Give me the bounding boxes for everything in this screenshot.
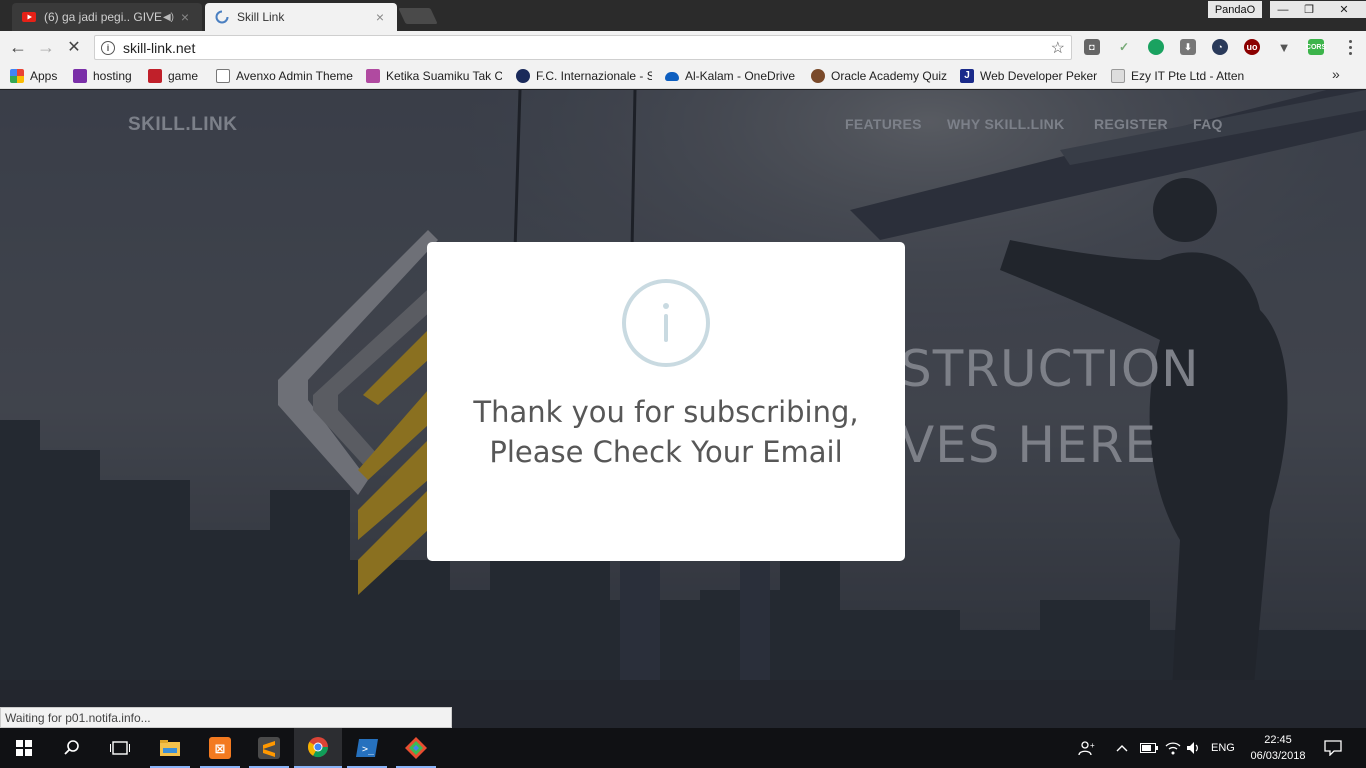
windows-logo-icon [16,740,32,756]
clock-date: 06/03/2018 [1250,750,1306,762]
nav-features[interactable]: FEATURES [845,116,922,132]
hosting-icon [73,69,87,83]
site-logo[interactable]: SKILL.LINK [128,114,238,136]
svg-text:⊠: ⊠ [215,742,226,757]
forward-arrow-icon[interactable]: → [34,35,58,59]
web-page: SKILL.LINK FEATURES WHY SKILL.LINK REGIS… [0,90,1366,728]
modal-message-line1: Thank you for subscribing, [473,395,859,429]
ezy-icon [1111,69,1125,83]
tab-strip: (6) ga jadi pegi.. GIVE ◀) × Skill Link … [0,0,1366,31]
tab-title: (6) ga jadi pegi.. GIVE [44,10,163,24]
svg-text:>_: >_ [362,744,375,755]
profile-button[interactable]: PandaO [1208,1,1262,18]
address-bar[interactable]: i skill-link.net ☆ [94,35,1072,60]
ublock-extension-icon[interactable]: uo [1244,39,1260,55]
tab-skill-link[interactable]: Skill Link × [205,3,397,31]
tab-title: Skill Link [237,10,285,24]
gitkraken-icon[interactable] [392,728,440,768]
browser-toolbar: ← → ✕ i skill-link.net ☆ ◘ ✓ ⬇ ◔ uo ▼ CO… [0,31,1366,63]
close-tab-icon[interactable]: × [178,9,192,25]
bookmark-icon [366,69,380,83]
bookmark-oracle[interactable]: Oracle Academy Quiz [811,68,947,84]
evernote-extension-icon[interactable] [1148,39,1164,55]
clock-time: 22:45 [1264,734,1292,746]
camera-extension-icon[interactable]: ◘ [1084,39,1100,55]
apps-grid-icon [10,69,24,83]
close-tab-icon[interactable]: × [373,9,387,25]
cors-extension-icon[interactable]: CORS [1306,39,1326,55]
new-extension-icon[interactable]: ◔ [1212,39,1228,55]
chevron-up-icon[interactable] [1116,728,1128,768]
bookmark-apps[interactable]: Apps [10,68,57,84]
oracle-icon [811,69,825,83]
info-icon [622,279,710,367]
stop-loading-icon[interactable]: ✕ [62,35,86,59]
bookmark-inter[interactable]: F.C. Internazionale - S [516,68,652,84]
restore-icon[interactable]: ❐ [1296,1,1322,18]
search-icon[interactable] [48,728,96,768]
wifi-icon[interactable] [1165,728,1181,768]
sublime-text-icon[interactable] [245,728,293,768]
browser-status-bubble: Waiting for p01.notifa.info... [0,707,452,728]
taskbar-clock[interactable]: 22:45 06/03/2018 [1244,732,1312,764]
xampp-icon[interactable]: ⊠ [196,728,244,768]
back-arrow-icon[interactable]: ← [6,35,30,59]
url-text: skill-link.net [123,39,196,56]
bookmark-avenxo[interactable]: Avenxo Admin Theme [216,68,354,84]
modal-message-line2: Please Check Your Email [489,435,843,469]
check-extension-icon[interactable]: ✓ [1116,39,1132,55]
bookmark-game[interactable]: game [148,68,198,84]
bookmark-ketika[interactable]: Ketika Suamiku Tak C [366,68,502,84]
close-window-icon[interactable]: ✕ [1322,1,1366,18]
browser-menu-icon[interactable] [1343,38,1357,56]
youtube-icon [22,10,36,24]
j-icon: J [960,69,974,83]
bookmarks-bar: Apps hosting game Avenxo Admin Theme Ket… [0,63,1366,89]
bookmark-hosting[interactable]: hosting [73,68,132,84]
people-icon[interactable]: + [1078,728,1096,768]
subscribe-success-modal: Thank you for subscribing, Please Check … [427,242,905,561]
bookmark-ezy[interactable]: Ezy IT Pte Ltd - Atten [1111,68,1247,84]
inter-icon [516,69,530,83]
task-view-icon[interactable] [96,728,144,768]
bookmark-onedrive[interactable]: Al-Kalam - OneDrive [665,68,795,84]
language-indicator[interactable]: ENG [1211,728,1235,768]
svg-text:+: + [1090,741,1095,750]
page-icon [216,69,230,83]
new-tab-button[interactable] [398,8,438,24]
volume-icon[interactable] [1186,728,1202,768]
hero-heading-line2: VES HERE [900,416,1157,474]
bookmark-star-icon[interactable]: ☆ [1051,38,1065,58]
site-info-icon[interactable]: i [101,40,115,55]
windows-taskbar: ⊠ >_ + ENG 22:45 06/03/2018 [0,728,1366,768]
nav-faq[interactable]: FAQ [1193,116,1223,132]
battery-icon[interactable] [1140,728,1158,768]
speaker-icon[interactable]: ◀) [163,12,174,23]
hero-heading-line1: STRUCTION [900,340,1200,398]
vuejs-extension-icon[interactable]: ▼ [1276,39,1292,55]
chrome-icon[interactable] [294,728,342,768]
minimize-icon[interactable]: — [1270,1,1296,18]
game-icon [148,69,162,83]
onedrive-icon [665,71,679,81]
download-extension-icon[interactable]: ⬇ [1180,39,1196,55]
start-button[interactable] [0,728,48,768]
nav-why-skill-link[interactable]: WHY SKILL.LINK [947,116,1065,132]
action-center-icon[interactable] [1324,728,1342,768]
loading-spinner-icon [215,10,229,24]
more-bookmarks-icon[interactable]: » [1332,66,1340,82]
powershell-icon[interactable]: >_ [343,728,391,768]
nav-register[interactable]: REGISTER [1094,116,1168,132]
bookmark-webdev[interactable]: J Web Developer Peker [960,68,1098,84]
file-explorer-icon[interactable] [146,728,194,768]
tab-youtube[interactable]: (6) ga jadi pegi.. GIVE ◀) × [12,3,202,31]
